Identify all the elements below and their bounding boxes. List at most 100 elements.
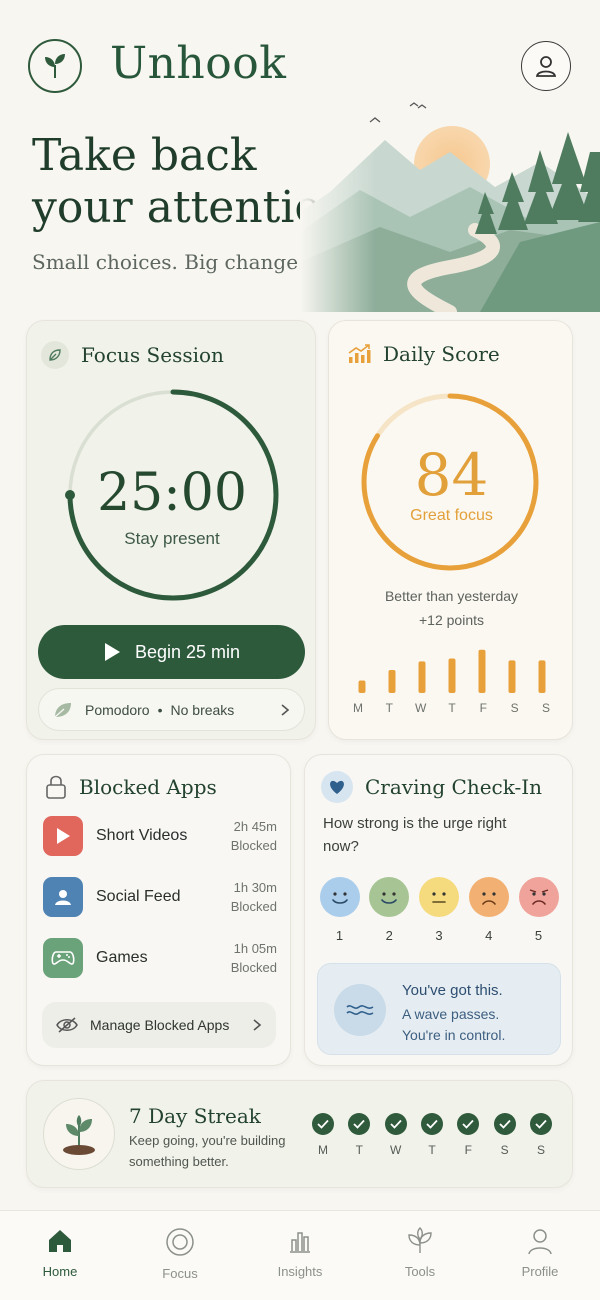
- nav-label: Insights: [277, 1264, 323, 1279]
- bar-chart-icon: [286, 1227, 314, 1258]
- face-happy-icon: [369, 877, 410, 917]
- app-name: Short Videos: [96, 827, 188, 844]
- chevron-right-icon: [253, 1019, 262, 1031]
- home-icon: [46, 1227, 74, 1258]
- score-day-label: M: [353, 701, 363, 715]
- play-icon: [104, 643, 120, 661]
- user-icon: [526, 1227, 554, 1258]
- check-icon: [348, 1113, 371, 1135]
- score-day-label: T: [385, 701, 393, 715]
- urge-level-option[interactable]: 5: [518, 877, 559, 943]
- urge-scale: 1 2 3 4 5: [319, 877, 559, 943]
- lock-icon: [46, 775, 66, 799]
- nav-item-focus[interactable]: Focus: [140, 1211, 220, 1300]
- app-name: Games: [96, 949, 148, 966]
- urge-level-number: 5: [534, 928, 543, 943]
- face-happy-icon: [319, 877, 360, 917]
- streak-day: M: [312, 1113, 334, 1157]
- begin-session-label: Begin 25 min: [134, 641, 241, 662]
- eye-off-icon: [56, 1017, 78, 1033]
- score-day-label: F: [479, 701, 487, 715]
- streak-day-label: T: [355, 1143, 363, 1157]
- nav-item-home[interactable]: Home: [20, 1211, 100, 1300]
- urge-level-option[interactable]: 4: [468, 877, 509, 943]
- score-label: Great focus: [410, 507, 493, 524]
- face-angry-icon: [518, 877, 559, 917]
- begin-session-button[interactable]: Begin 25 min: [38, 625, 305, 679]
- craving-question: How strong is the urge right now?: [323, 815, 507, 855]
- urge-level-number: 3: [435, 928, 443, 943]
- weekly-score-days: MTWTFSS: [347, 701, 557, 715]
- streak-day-label: M: [318, 1143, 328, 1157]
- urge-level-option[interactable]: 2: [369, 877, 410, 943]
- nav-label: Profile: [521, 1264, 559, 1279]
- score-bar: [418, 661, 426, 693]
- score-bar: [478, 649, 486, 693]
- score-value: 84: [414, 441, 489, 509]
- app-title: Unhook: [110, 38, 287, 89]
- encouragement-line-2: A wave passes.: [402, 1006, 500, 1022]
- streak-day-label: F: [464, 1143, 472, 1157]
- score-day-label: S: [541, 701, 550, 715]
- session-mode: Pomodoro: [85, 701, 150, 718]
- timer-display: 25:00: [97, 463, 247, 523]
- score-bar: [538, 660, 546, 693]
- app-time: 2h 45m: [233, 818, 277, 834]
- streak-day: S: [529, 1113, 552, 1157]
- manage-blocked-apps-button[interactable]: Manage Blocked Apps: [42, 1002, 276, 1048]
- blocked-app-row[interactable]: Games 1h 05m Blocked: [43, 937, 277, 979]
- face-neutral-icon: [419, 877, 459, 917]
- plant-icon: [43, 1098, 115, 1170]
- nav-item-insights[interactable]: Insights: [260, 1211, 340, 1300]
- app-status: Blocked: [230, 960, 277, 975]
- manage-blocked-apps-label: Manage Blocked Apps: [90, 1017, 230, 1033]
- separator-dot: •: [157, 701, 163, 718]
- daily-score-header: Daily Score: [347, 342, 500, 366]
- streak-day-label: S: [500, 1143, 509, 1157]
- session-mode-selector[interactable]: Pomodoro • No breaks: [38, 688, 305, 731]
- streak-day-label: T: [428, 1143, 436, 1157]
- streak-day-label: W: [389, 1143, 402, 1157]
- blocked-apps-card: Blocked Apps Short Videos 2h 45m Blocked So…: [26, 754, 291, 1066]
- urge-level-number: 2: [385, 928, 393, 943]
- encouragement-box: You've got this. A wave passes. You're i…: [317, 963, 561, 1055]
- target-icon: [165, 1227, 195, 1260]
- heart-icon: [321, 771, 353, 803]
- daily-score-card: Daily Score 84 Great focus Better than y…: [328, 320, 573, 740]
- check-icon: [420, 1113, 443, 1135]
- app-time: 1h 30m: [233, 879, 277, 895]
- daily-score-title: Daily Score: [383, 342, 500, 366]
- face-sad-icon: [468, 877, 509, 917]
- focus-session-header: Focus Session: [41, 341, 224, 369]
- landscape-illustration: [300, 92, 600, 312]
- app-usage: 1h 30m Blocked: [231, 878, 277, 917]
- blocked-apps-header: Blocked Apps: [45, 774, 217, 800]
- score-day-label: T: [448, 701, 456, 715]
- gamepad-icon: [43, 938, 83, 978]
- app-usage: 2h 45m Blocked: [231, 817, 277, 856]
- weekly-score-bars: [358, 649, 546, 693]
- craving-checkin-card: Craving Check-In How strong is the urge …: [304, 754, 573, 1066]
- profile-button[interactable]: [521, 41, 571, 91]
- app-name: Social Feed: [96, 888, 181, 905]
- streak-day: T: [348, 1113, 371, 1157]
- score-comparison: Better than yesterday: [384, 588, 519, 604]
- focus-session-card: Focus Session 25:00 Stay present Begin 2…: [26, 320, 316, 740]
- check-icon: [493, 1113, 516, 1135]
- streak-day: T: [420, 1113, 443, 1157]
- urge-level-option[interactable]: 1: [319, 877, 360, 943]
- blocked-app-row[interactable]: Short Videos 2h 45m Blocked: [43, 815, 277, 857]
- blocked-app-row[interactable]: Social Feed 1h 30m Blocked: [43, 876, 277, 918]
- app-logo: [28, 39, 82, 93]
- score-day-label: S: [510, 701, 519, 715]
- nav-item-profile[interactable]: Profile: [500, 1211, 580, 1300]
- wave-icon: [334, 984, 386, 1036]
- streak-title: 7 Day Streak: [129, 1104, 261, 1128]
- nav-item-tools[interactable]: Tools: [380, 1211, 460, 1300]
- craving-checkin-header: Craving Check-In: [321, 771, 542, 803]
- streak-day: S: [493, 1113, 516, 1157]
- urge-level-option[interactable]: 3: [419, 877, 460, 943]
- app-usage: 1h 05m Blocked: [231, 939, 277, 978]
- score-bar: [388, 669, 396, 693]
- streak-day-label: S: [536, 1143, 545, 1157]
